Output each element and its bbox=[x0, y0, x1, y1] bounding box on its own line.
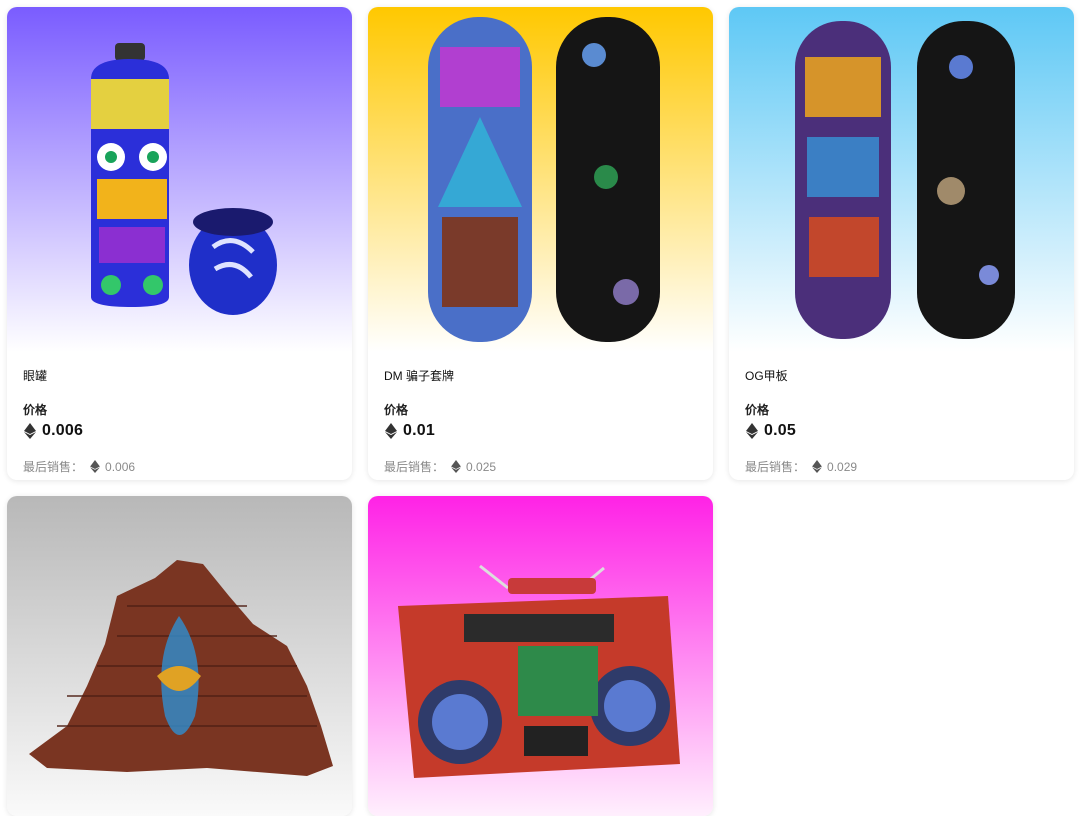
nft-grid: 眼罐 价格 0.006 最后销售： 0.006 DM 骗子套牌 价格 0.01 … bbox=[0, 0, 1082, 816]
price-value: 0.006 bbox=[42, 422, 84, 439]
nft-card[interactable]: OG甲板 价格 0.05 最后销售： 0.029 bbox=[729, 7, 1074, 480]
nft-image-boombox[interactable] bbox=[368, 496, 713, 816]
ethereum-icon bbox=[90, 460, 100, 473]
nft-image-skateboard[interactable] bbox=[368, 7, 713, 352]
last-sale-label: 最后销售： bbox=[384, 460, 445, 474]
nft-card[interactable] bbox=[368, 496, 713, 816]
last-sale-label: 最后销售： bbox=[745, 460, 806, 474]
nft-title[interactable]: DM 骗子套牌 bbox=[384, 367, 697, 383]
price-label: 价格 bbox=[384, 403, 409, 417]
boombox-art-icon bbox=[368, 496, 713, 816]
brick-wall-art-icon bbox=[7, 496, 352, 816]
skateboard-deck-pair-icon bbox=[368, 7, 713, 352]
price-value: 0.01 bbox=[403, 422, 435, 439]
nft-title[interactable]: OG甲板 bbox=[745, 367, 1058, 383]
nft-image-brick-wall[interactable] bbox=[7, 496, 352, 816]
price-label: 价格 bbox=[23, 403, 48, 417]
nft-image-spray-can[interactable] bbox=[7, 7, 352, 352]
nft-image-skateboard[interactable] bbox=[729, 7, 1074, 352]
nft-card[interactable]: 眼罐 价格 0.006 最后销售： 0.006 bbox=[7, 7, 352, 480]
last-sale-value: 0.006 bbox=[105, 459, 136, 474]
price-label: 价格 bbox=[745, 403, 770, 417]
ethereum-icon bbox=[812, 460, 822, 473]
price-value: 0.05 bbox=[764, 422, 796, 439]
skateboard-deck-pair-icon bbox=[729, 7, 1074, 352]
nft-title[interactable]: 眼罐 bbox=[23, 367, 336, 383]
nft-card[interactable]: DM 骗子套牌 价格 0.01 最后销售： 0.025 bbox=[368, 7, 713, 480]
ethereum-icon bbox=[24, 423, 36, 439]
last-sale-value: 0.029 bbox=[827, 459, 858, 474]
ethereum-icon bbox=[746, 423, 758, 439]
ethereum-icon bbox=[385, 423, 397, 439]
last-sale-value: 0.025 bbox=[466, 459, 497, 474]
nft-card[interactable] bbox=[7, 496, 352, 816]
spray-can-art-icon bbox=[7, 7, 352, 352]
last-sale-label: 最后销售： bbox=[23, 460, 84, 474]
ethereum-icon bbox=[451, 460, 461, 473]
